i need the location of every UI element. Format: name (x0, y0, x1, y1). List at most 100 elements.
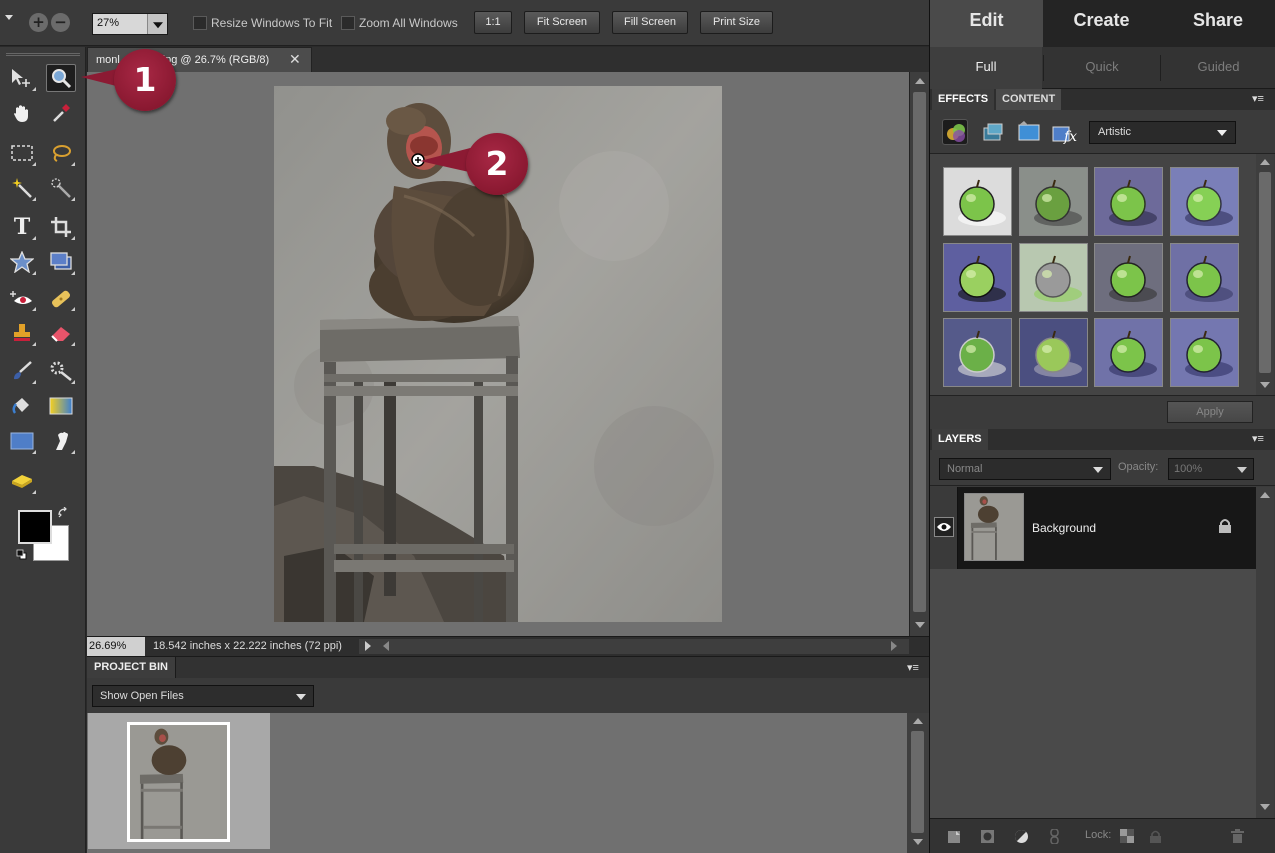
scroll-up-icon[interactable] (1260, 159, 1270, 165)
eyedropper-tool-icon[interactable] (46, 99, 76, 127)
healing-brush-tool-icon[interactable] (46, 284, 76, 312)
magic-wand-tool-icon[interactable] (7, 174, 37, 202)
link-layers-icon[interactable] (1047, 829, 1062, 844)
rectangular-marquee-tool-icon[interactable] (7, 139, 37, 167)
eye-icon[interactable] (934, 517, 954, 537)
toolbox-grip[interactable] (6, 53, 80, 56)
tab-layers[interactable]: LAYERS (932, 429, 988, 450)
canvas-vertical-scrollbar[interactable] (909, 72, 929, 636)
lock-all-icon[interactable] (1148, 829, 1163, 844)
effect-thumbnail[interactable] (1170, 167, 1239, 236)
all-effects-category-icon[interactable]: fx (1051, 119, 1077, 145)
zoom-out-icon[interactable]: − (51, 13, 70, 32)
effect-thumbnail[interactable] (1019, 167, 1088, 236)
canvas-scroll-thumb[interactable] (913, 92, 926, 612)
effect-thumbnail[interactable] (1094, 318, 1163, 387)
tab-content[interactable]: CONTENT (996, 89, 1062, 110)
gradient-tool-icon[interactable] (46, 392, 76, 420)
options-menu-arrow-icon[interactable] (5, 15, 13, 20)
effects-scrollbar[interactable] (1256, 154, 1274, 395)
show-open-files-dropdown[interactable]: Show Open Files (92, 685, 314, 707)
zoom-tool-icon[interactable] (46, 64, 76, 92)
tab-effects[interactable]: EFFECTS (932, 89, 995, 110)
project-bin-item[interactable] (88, 713, 270, 849)
effect-thumbnail[interactable] (1094, 243, 1163, 312)
sponge-tool-icon[interactable] (7, 467, 37, 495)
effect-thumbnail[interactable] (943, 167, 1012, 236)
lock-transparent-pixels-icon[interactable] (1120, 829, 1135, 844)
print-size-button[interactable]: Print Size (700, 11, 773, 34)
effect-thumbnail[interactable] (943, 243, 1012, 312)
opacity-field[interactable]: 100% (1168, 458, 1254, 480)
scroll-up-icon[interactable] (1260, 492, 1270, 498)
panel-menu-icon[interactable]: ▾≡ (1252, 434, 1270, 445)
zoom-dropdown-button[interactable] (147, 14, 167, 34)
shape-tool-icon[interactable] (7, 427, 37, 455)
default-colors-icon[interactable] (16, 549, 28, 561)
scroll-right-icon[interactable] (891, 641, 897, 651)
tab-full-edit[interactable]: Full (930, 47, 1042, 89)
scroll-down-icon[interactable] (915, 622, 925, 628)
scroll-up-icon[interactable] (915, 78, 925, 84)
scroll-down-icon[interactable] (1260, 804, 1270, 810)
actual-pixels-button[interactable]: 1:1 (474, 11, 512, 34)
eraser-tool-icon[interactable] (46, 319, 76, 347)
crop-tool-icon[interactable] (46, 213, 76, 241)
project-bin-thumbnail[interactable] (127, 722, 230, 842)
new-layer-icon[interactable] (947, 829, 962, 844)
smart-brush-tool-icon[interactable] (46, 357, 76, 385)
straighten-tool-icon[interactable] (46, 248, 76, 276)
paint-bucket-tool-icon[interactable] (7, 392, 37, 420)
layer-mask-icon[interactable] (980, 829, 995, 844)
foreground-color-swatch[interactable] (18, 510, 52, 544)
filters-category-icon[interactable] (942, 119, 968, 145)
type-tool-icon[interactable]: T (7, 213, 37, 241)
status-zoom-field[interactable]: 26.69% (87, 637, 145, 657)
effect-thumbnail[interactable] (943, 318, 1012, 387)
effect-thumbnail[interactable] (1170, 318, 1239, 387)
tab-edit[interactable]: Edit (930, 0, 1043, 47)
effect-thumbnail[interactable] (1019, 243, 1088, 312)
zoom-all-windows-checkbox[interactable] (341, 16, 355, 30)
trash-icon[interactable] (1230, 829, 1245, 844)
effect-category-dropdown[interactable]: Artistic (1089, 121, 1236, 144)
quick-selection-tool-icon[interactable] (46, 174, 76, 202)
effect-thumbnail[interactable] (1094, 167, 1163, 236)
canvas-horizontal-scrollbar[interactable] (359, 639, 909, 654)
project-bin-title[interactable]: PROJECT BIN (87, 657, 176, 679)
clone-stamp-tool-icon[interactable] (7, 319, 37, 347)
lasso-tool-icon[interactable] (46, 139, 76, 167)
move-tool-icon[interactable] (7, 64, 37, 92)
adjustment-layer-icon[interactable] (1014, 829, 1029, 844)
tab-quick-edit[interactable]: Quick (1044, 47, 1160, 89)
brush-tool-icon[interactable] (7, 357, 37, 385)
scroll-down-icon[interactable] (1260, 382, 1270, 388)
panel-menu-icon[interactable]: ▾≡ (1252, 94, 1270, 105)
resize-windows-checkbox[interactable] (193, 16, 207, 30)
hand-tool-icon[interactable] (7, 99, 37, 127)
effect-thumbnail[interactable] (1170, 243, 1239, 312)
photo-effects-category-icon[interactable] (1016, 119, 1042, 145)
tab-share[interactable]: Share (1160, 0, 1275, 47)
effect-thumbnail[interactable] (1019, 318, 1088, 387)
cookie-cutter-tool-icon[interactable] (7, 248, 37, 276)
red-eye-removal-tool-icon[interactable] (7, 284, 37, 312)
scroll-down-icon[interactable] (913, 839, 923, 845)
layer-row[interactable]: Background (930, 487, 1256, 569)
project-bin-scroll-thumb[interactable] (911, 731, 924, 833)
tab-create[interactable]: Create (1045, 0, 1158, 47)
blend-mode-dropdown[interactable]: Normal (939, 458, 1111, 480)
fill-screen-button[interactable]: Fill Screen (612, 11, 688, 34)
close-document-icon[interactable]: ✕ (289, 51, 301, 68)
effects-scroll-thumb[interactable] (1259, 172, 1271, 373)
tab-guided-edit[interactable]: Guided (1161, 47, 1275, 89)
swap-colors-icon[interactable] (57, 507, 69, 519)
project-bin-scrollbar[interactable] (907, 713, 929, 853)
layers-scrollbar[interactable] (1256, 487, 1274, 818)
status-menu-arrow-icon[interactable] (365, 641, 371, 651)
apply-button[interactable]: Apply (1167, 401, 1253, 423)
zoom-level-combo[interactable]: 27% (92, 13, 168, 35)
panel-menu-icon[interactable]: ▾≡ (907, 663, 925, 674)
fit-screen-button[interactable]: Fit Screen (524, 11, 600, 34)
zoom-in-icon[interactable]: + (29, 13, 48, 32)
